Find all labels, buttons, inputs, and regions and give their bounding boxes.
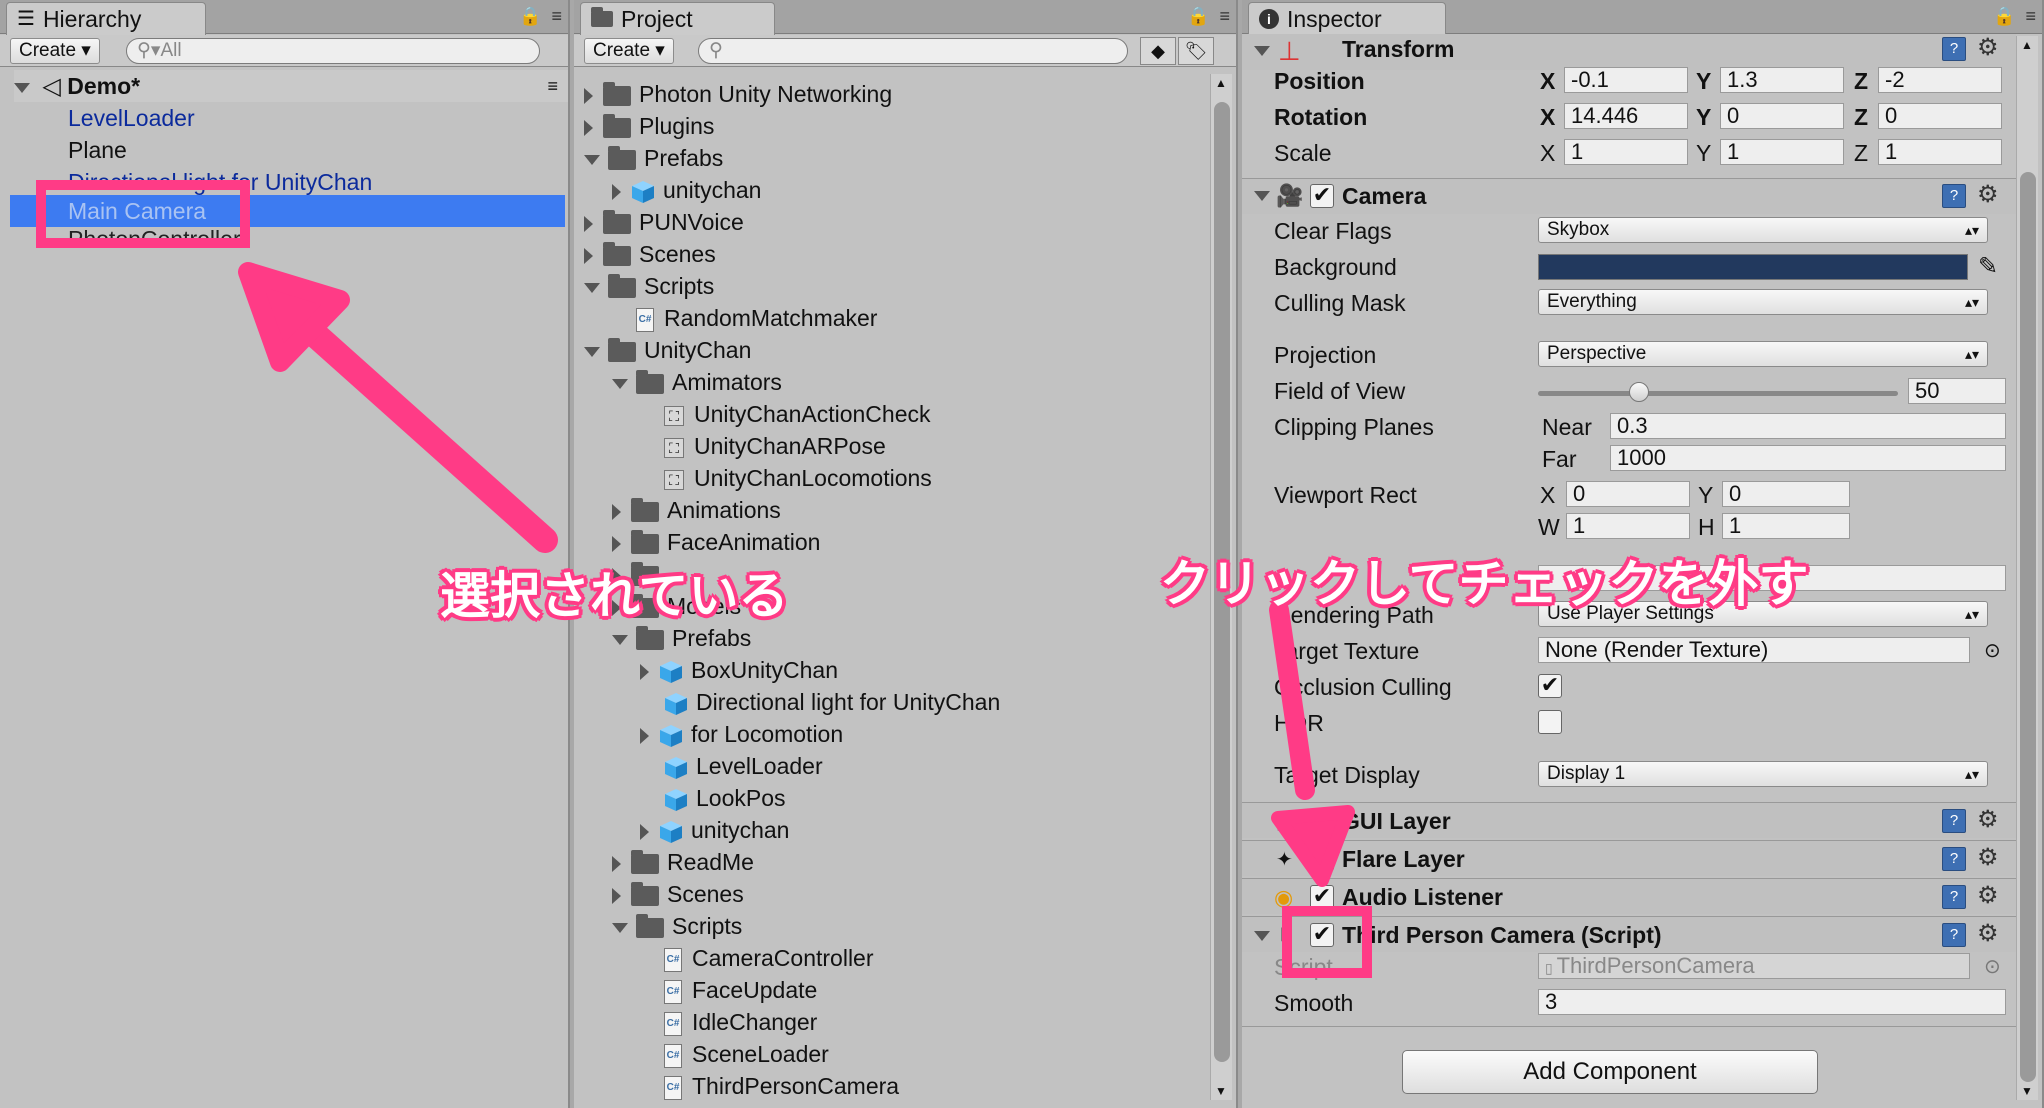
annotation-selected: 選択されている <box>440 568 789 624</box>
selection-highlight-box <box>36 180 250 248</box>
arrow-to-selection <box>238 262 558 553</box>
checkbox-highlight-box <box>1282 906 1372 978</box>
arrow-to-checkbox <box>1269 600 1355 887</box>
annotation-uncheck: クリックしてチェックを外す <box>1160 556 1809 612</box>
